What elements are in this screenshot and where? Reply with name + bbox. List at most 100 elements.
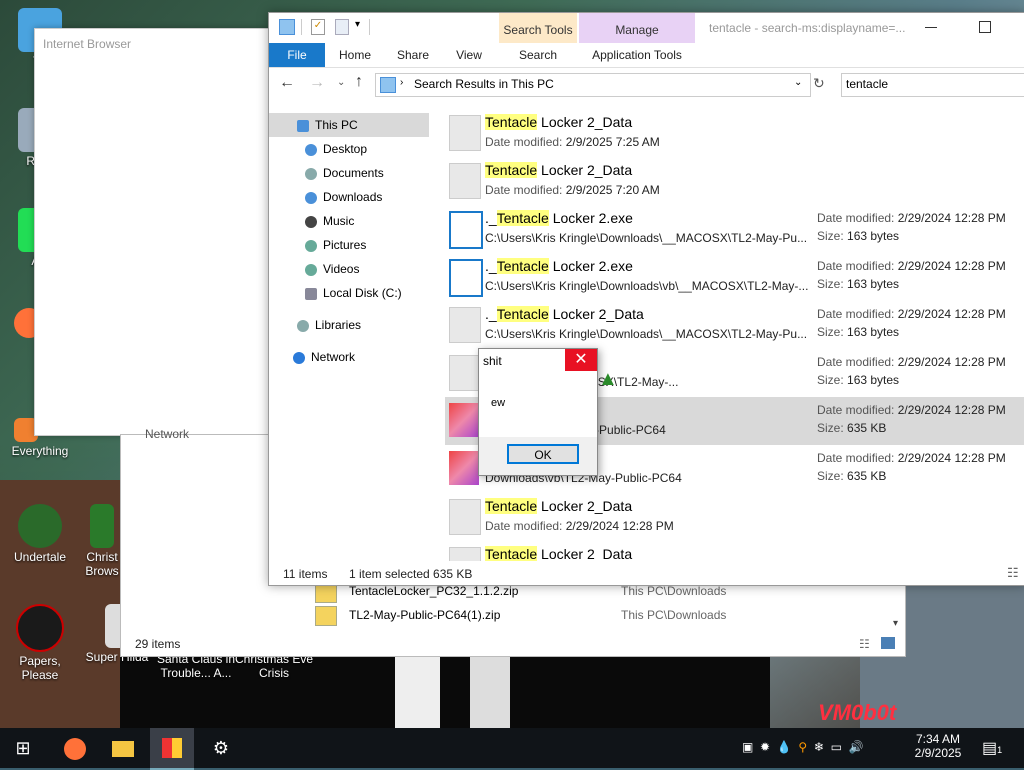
watermark-text: VM0b0t bbox=[818, 700, 897, 725]
nav-label: Pictures bbox=[323, 238, 367, 252]
new-folder-icon[interactable] bbox=[335, 19, 349, 35]
nav-item-downloads[interactable]: Downloads bbox=[269, 185, 429, 209]
nav-item-music[interactable]: Music bbox=[269, 209, 429, 233]
nav-item-desktop[interactable]: Desktop bbox=[269, 137, 429, 161]
notification-count: 1 bbox=[997, 745, 1003, 755]
breadcrumb[interactable]: Search Results in This PC bbox=[414, 77, 554, 91]
address-bar[interactable]: › Search Results in This PC ⌄ bbox=[375, 73, 811, 97]
details-view-icon[interactable]: ☷ bbox=[859, 637, 870, 651]
folder-icon bbox=[449, 547, 481, 561]
size-label: Size: bbox=[817, 469, 848, 483]
explorer-window[interactable]: ✓ ▾ tentacle - search-ms:displayname=...… bbox=[268, 12, 1024, 586]
status-item-count: 11 items bbox=[283, 567, 328, 581]
ok-button[interactable]: OK bbox=[507, 444, 579, 464]
name-highlight: Tentacle bbox=[496, 258, 549, 274]
clock[interactable]: 7:34 AM 2/9/2025 bbox=[910, 732, 966, 760]
dialog-close-button[interactable]: ✕ bbox=[565, 349, 597, 371]
result-row[interactable]: ._Tentacle Locker 2.exe C:\Users\Kris Kri… bbox=[445, 253, 1024, 301]
minimize-button[interactable] bbox=[925, 27, 937, 28]
active-app-taskbar-icon[interactable] bbox=[150, 728, 194, 770]
refresh-icon[interactable]: ↻ bbox=[813, 75, 825, 92]
name-highlight: Tentacle bbox=[496, 210, 549, 226]
result-size: Size: 635 KB bbox=[817, 421, 886, 435]
scroll-down-arrow[interactable]: ▾ bbox=[893, 618, 898, 629]
nav-item-local-disk[interactable]: Local Disk (C:) bbox=[269, 281, 429, 305]
recent-locations-icon[interactable]: ⌄ bbox=[337, 77, 345, 88]
maximize-button[interactable] bbox=[979, 21, 991, 33]
nav-label: Documents bbox=[323, 166, 384, 180]
large-icons-view-icon[interactable] bbox=[881, 637, 895, 649]
result-row[interactable]: Tentacle Locker 2_Data Date modified: 2/9… bbox=[445, 109, 1024, 157]
result-row[interactable]: Tentacle Locker 2_Data bbox=[445, 541, 1024, 561]
tray-bug-icon[interactable]: ✹ bbox=[760, 740, 770, 754]
result-row[interactable]: Tentacle Locker 2_Data Date modified: 2/9… bbox=[445, 157, 1024, 205]
tab-view[interactable]: View bbox=[445, 43, 493, 67]
customize-quick-access-icon[interactable]: ▾ bbox=[355, 19, 360, 30]
name-suffix: Locker 2_Data bbox=[537, 114, 633, 130]
address-dropdown-icon[interactable]: ⌄ bbox=[794, 77, 802, 88]
up-arrow-icon[interactable]: ↑ bbox=[355, 73, 363, 91]
nav-item-documents[interactable]: Documents bbox=[269, 161, 429, 185]
nav-item-videos[interactable]: Videos bbox=[269, 257, 429, 281]
volume-icon[interactable]: 🔊 bbox=[849, 740, 864, 754]
nav-item-this-pc[interactable]: This PC bbox=[269, 113, 429, 137]
breadcrumb-chevron-icon[interactable]: › bbox=[400, 77, 403, 88]
date-label: Date modified: bbox=[817, 259, 898, 273]
notification-center-icon[interactable]: ▤1 bbox=[982, 738, 1002, 758]
forward-arrow-icon[interactable]: → bbox=[309, 74, 325, 92]
tray-snowflake-icon[interactable]: ❄ bbox=[814, 740, 824, 754]
exe-file-icon bbox=[449, 259, 483, 297]
nav-item-network[interactable]: Network bbox=[269, 345, 429, 369]
nav-item-pictures[interactable]: Pictures bbox=[269, 233, 429, 257]
nav-label: Local Disk (C:) bbox=[323, 286, 402, 300]
result-subtext: Date modified: 2/9/2025 7:20 AM bbox=[485, 183, 660, 197]
settings-gear-icon[interactable]: ⚙ bbox=[206, 734, 236, 762]
tray-app-icon[interactable]: ▣ bbox=[742, 740, 753, 754]
tab-home[interactable]: Home bbox=[329, 43, 381, 67]
date-label: Date modified: bbox=[817, 307, 898, 321]
start-button[interactable]: ⊞ bbox=[8, 734, 38, 762]
result-row[interactable]: ._Tentacle Locker 2_Data C:\Users\Kris Kr… bbox=[445, 301, 1024, 349]
tab-search[interactable]: Search bbox=[501, 43, 575, 67]
message-dialog[interactable]: shit ✕ ew OK bbox=[478, 348, 598, 476]
tray-drop-icon[interactable]: 💧 bbox=[777, 740, 792, 754]
result-name: Tentacle Locker 2_Data bbox=[485, 162, 632, 178]
wallpaper-area bbox=[470, 655, 510, 728]
result-date: Date modified: 2/29/2024 12:28 PM bbox=[817, 355, 1006, 369]
size-value: 635 KB bbox=[847, 469, 887, 483]
properties-icon[interactable]: ✓ bbox=[311, 19, 325, 35]
result-size: Size: 163 bytes bbox=[817, 229, 899, 243]
desktop-icon-christmas-browser[interactable]: Christ Brows bbox=[80, 504, 124, 578]
app-exe-icon bbox=[449, 403, 479, 437]
result-size: Size: 163 bytes bbox=[817, 277, 899, 291]
network-icon[interactable]: ▭ bbox=[831, 740, 842, 754]
firefox-taskbar-icon[interactable] bbox=[60, 734, 90, 762]
desktop-icon-undertale[interactable]: Undertale bbox=[0, 504, 80, 564]
nav-item-libraries[interactable]: Libraries bbox=[269, 313, 429, 337]
tab-share[interactable]: Share bbox=[387, 43, 439, 67]
back-arrow-icon[interactable]: ← bbox=[279, 74, 295, 92]
tab-file[interactable]: File bbox=[269, 43, 325, 67]
nav-item-network[interactable]: Network bbox=[145, 427, 189, 441]
size-label: Size: bbox=[817, 421, 848, 435]
subtext-label: Date modified: bbox=[485, 183, 566, 197]
subtext-value: C:\Users\Kris Kringle\Downloads\__MACOSX… bbox=[485, 327, 808, 341]
manage-label: Manage bbox=[615, 23, 659, 37]
result-row[interactable]: ._Tentacle Locker 2.exe C:\Users\Kris Kri… bbox=[445, 205, 1024, 253]
folder-icon bbox=[279, 19, 295, 35]
details-view-icon[interactable]: ☷ bbox=[1007, 565, 1019, 581]
file-explorer-taskbar-icon[interactable] bbox=[108, 734, 138, 762]
name-prefix: ._ bbox=[485, 210, 497, 226]
search-input[interactable]: tentacle bbox=[841, 73, 1024, 97]
downloads-icon bbox=[305, 191, 317, 204]
name-highlight: Tentacle bbox=[485, 162, 538, 178]
file-name[interactable]: TL2-May-Public-PC64(1).zip bbox=[349, 608, 500, 622]
tray-search-icon[interactable]: ⚲ bbox=[798, 740, 807, 754]
result-row[interactable]: Tentacle Locker 2_Data Date modified: 2/2… bbox=[445, 493, 1024, 541]
file-name[interactable]: TentacleLocker_PC32_1.1.2.zip bbox=[349, 584, 518, 598]
desktop-icon-papers-please[interactable]: Papers, Please bbox=[0, 604, 80, 682]
tab-application-tools[interactable]: Application Tools bbox=[581, 43, 693, 67]
name-suffix: Locker 2_Data bbox=[537, 498, 633, 514]
nav-label: Network bbox=[311, 350, 356, 364]
internet-browser-window[interactable]: Internet Browser bbox=[34, 28, 272, 436]
